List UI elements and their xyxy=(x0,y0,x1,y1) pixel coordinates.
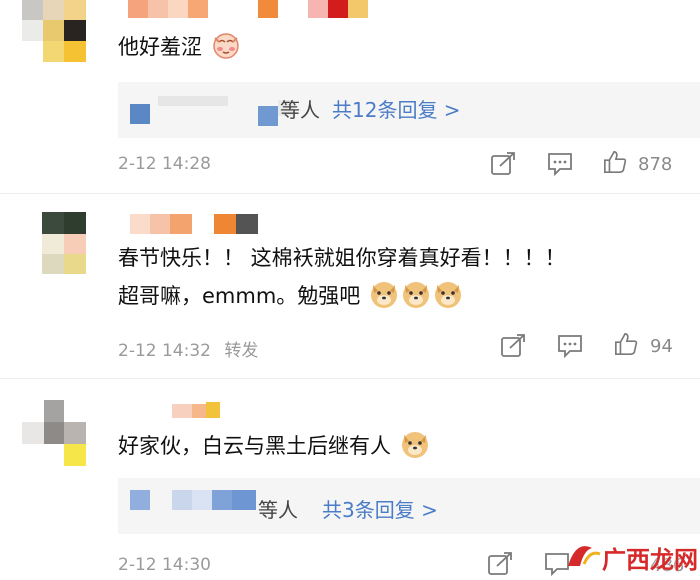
share-icon[interactable] xyxy=(487,552,513,576)
timestamp-text: 2-12 14:32 xyxy=(118,341,211,361)
comment-body: 超哥嘛，emmm。勉强吧 xyxy=(118,284,361,308)
username[interactable] xyxy=(130,402,230,418)
comment-text: 好家伙，白云与黑土后继有人 xyxy=(118,429,430,463)
comment-text-line-2: 超哥嘛，emmm。勉强吧 xyxy=(118,279,463,313)
comment-text-line-1: 春节快乐！！ 这棉袄就姐你穿着真好看！！！！ xyxy=(118,246,566,270)
repost-link[interactable]: 转发 xyxy=(224,341,258,361)
thumbs-up-icon[interactable] xyxy=(602,150,628,174)
view-replies-link[interactable]: 共3条回复 > xyxy=(322,494,438,523)
timestamp: 2-12 14:32 转发 xyxy=(118,336,258,361)
watermark-text: 广西龙网 xyxy=(602,546,698,574)
timestamp: 2-12 14:30 xyxy=(118,555,211,575)
doge-emoji xyxy=(370,282,397,308)
comment-body: 好家伙，白云与黑土后继有人 xyxy=(118,434,391,458)
comment-text: 他好羞涩 xyxy=(118,30,241,64)
watermark-logo: 广西龙网 xyxy=(562,536,698,576)
divider xyxy=(0,378,700,379)
like-count: 94 xyxy=(650,336,673,357)
comment-body: 他好羞涩 xyxy=(118,35,202,59)
reply-preview[interactable]: 等人 共12条回复 > xyxy=(118,82,700,138)
username[interactable] xyxy=(128,0,378,18)
doge-emoji xyxy=(434,282,461,308)
avatar[interactable] xyxy=(42,212,86,274)
reply-users: 等人 xyxy=(258,498,298,522)
share-icon[interactable] xyxy=(490,152,516,176)
divider xyxy=(0,193,700,194)
comment-icon[interactable] xyxy=(547,152,573,176)
shy-face-emoji xyxy=(212,33,239,59)
avatar[interactable] xyxy=(22,0,86,62)
timestamp: 2-12 14:28 xyxy=(118,154,211,174)
doge-emoji xyxy=(402,282,429,308)
share-icon[interactable] xyxy=(500,334,526,358)
view-replies-link[interactable]: 共12条回复 > xyxy=(332,94,461,123)
username[interactable] xyxy=(130,214,270,234)
like-count: 878 xyxy=(638,154,673,175)
reply-users: 等人 xyxy=(280,98,320,122)
doge-emoji xyxy=(401,432,428,458)
comment-icon[interactable] xyxy=(557,334,583,358)
reply-preview[interactable]: 等人 共3条回复 > xyxy=(118,478,700,534)
avatar[interactable] xyxy=(22,400,86,466)
thumbs-up-icon[interactable] xyxy=(613,332,639,356)
